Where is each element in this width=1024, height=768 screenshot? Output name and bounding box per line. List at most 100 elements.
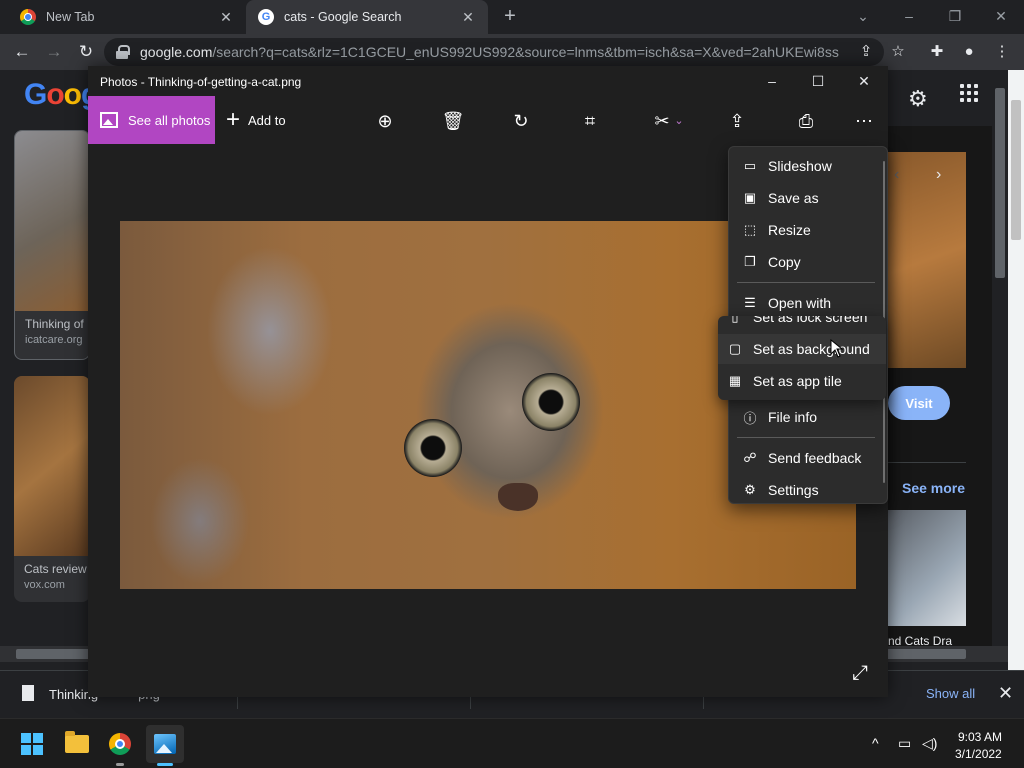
result-source: icatcare.org	[25, 334, 83, 346]
new-tab-button[interactable]: +	[498, 5, 522, 29]
folder-icon	[65, 731, 89, 753]
tab-search-chevron-icon[interactable]: ⌄	[851, 6, 875, 26]
see-all-photos-button[interactable]: See all photos	[88, 96, 215, 144]
clock-time[interactable]: 9:03 AM	[958, 730, 1002, 744]
preview-image[interactable]	[888, 152, 966, 368]
crop-icon[interactable]: ⌗	[577, 108, 603, 134]
google-icon: G	[258, 9, 274, 25]
menu-item-slideshow[interactable]: ▭ Slideshow	[729, 151, 883, 181]
menu-item-label: File info	[768, 409, 818, 425]
zoom-in-icon[interactable]: ⊕	[372, 108, 398, 134]
profile-icon[interactable]: ●	[959, 42, 979, 62]
slideshow-icon: ▭	[743, 158, 757, 173]
close-window-icon[interactable]: ✕	[989, 6, 1013, 26]
scrollbar-thumb[interactable]	[995, 88, 1005, 278]
add-to-button[interactable]: + Add to	[226, 96, 286, 144]
info-icon: ⓘ	[743, 410, 757, 426]
minimize-icon[interactable]: –	[758, 70, 786, 92]
show-all-button[interactable]: Show all	[926, 686, 975, 701]
page-scrollbar[interactable]	[1008, 70, 1024, 670]
delete-icon[interactable]: 🗑	[440, 108, 466, 134]
visit-button[interactable]: Visit	[888, 386, 950, 420]
menu-item-set-as-background[interactable]: ▢ Set as background	[718, 334, 886, 364]
url-text: google.com/search?q=cats&rlz=1C1GCEU_enU…	[140, 44, 840, 60]
file-explorer-button[interactable]	[58, 725, 96, 763]
result-source: vox.com	[24, 579, 65, 591]
menu-item-save-as[interactable]: ▣ Save as	[729, 183, 883, 213]
chevron-down-icon[interactable]: ⌄	[672, 108, 686, 134]
vertical-scrollbar[interactable]	[992, 70, 1008, 646]
close-window-icon[interactable]: ✕	[850, 70, 878, 92]
menu-kebab-icon[interactable]: ⋮	[992, 42, 1012, 62]
copy-icon: ❐	[744, 254, 756, 269]
close-icon[interactable]: ✕	[460, 9, 476, 26]
running-indicator	[116, 763, 124, 766]
minimize-icon[interactable]: –	[897, 6, 921, 26]
chevron-left-icon[interactable]: ‹	[894, 166, 899, 184]
start-button[interactable]	[13, 725, 51, 763]
forward-arrow-icon[interactable]: →	[42, 40, 66, 64]
background-icon: ▢	[728, 341, 742, 356]
menu-item-set-as-lock-screen[interactable]: ▯ Set as lock screen	[718, 316, 886, 332]
windows-logo-icon	[21, 733, 43, 755]
share-icon[interactable]: ⇪	[856, 42, 876, 62]
menu-item-file-info[interactable]: ⓘ File info	[729, 402, 883, 432]
fullscreen-icon[interactable]: ⤢	[852, 662, 868, 685]
open-with-icon: ☰	[744, 295, 756, 310]
image-preview-panel: ‹ › Visit See more nd Cats Dra	[888, 126, 992, 648]
app-tile-icon: ▦	[728, 373, 742, 388]
photos-toolbar: See all photos + Add to ⊕ 🗑 ↻ ⌗ ✂ ⌄ ⇪ ⎙ …	[88, 96, 888, 144]
clock-date[interactable]: 3/1/2022	[955, 747, 1002, 761]
volume-icon[interactable]: ◁)	[922, 735, 937, 752]
menu-item-label: Set as background	[753, 341, 870, 357]
apps-grid-icon[interactable]	[960, 84, 980, 104]
photos-button[interactable]	[146, 725, 184, 763]
close-icon[interactable]: ✕	[218, 9, 234, 26]
chevron-right-icon[interactable]: ›	[936, 166, 941, 184]
chevron-up-icon[interactable]: ^	[872, 735, 879, 751]
see-more-link[interactable]: See more	[902, 480, 965, 496]
maximize-icon[interactable]: ☐	[804, 70, 832, 92]
print-icon[interactable]: ⎙	[793, 108, 819, 134]
image-result[interactable]: Thinking of icatcare.org	[14, 130, 90, 360]
share-icon[interactable]: ⇪	[724, 108, 750, 134]
reload-icon[interactable]: ↻	[74, 40, 98, 64]
menu-separator	[737, 282, 875, 283]
extensions-icon[interactable]: ✚	[927, 42, 947, 62]
scrollbar-thumb[interactable]	[1011, 100, 1021, 240]
photo-detail	[522, 373, 580, 431]
menu-item-open-with[interactable]: ☰ Open with	[729, 288, 883, 318]
address-bar[interactable]: google.com/search?q=cats&rlz=1C1GCEU_enU…	[104, 38, 884, 66]
bookmark-star-icon[interactable]: ☆	[888, 42, 908, 62]
menu-item-copy[interactable]: ❐ Copy	[729, 247, 883, 277]
close-icon[interactable]: ✕	[998, 683, 1013, 704]
menu-item-label: Settings	[768, 482, 819, 498]
related-image[interactable]	[888, 510, 966, 626]
mouse-cursor-icon	[830, 339, 844, 358]
active-indicator	[157, 763, 173, 766]
divider	[888, 462, 966, 463]
browser-toolbar: ← → ↻ google.com/search?q=cats&rlz=1C1GC…	[0, 34, 1024, 70]
back-arrow-icon[interactable]: ←	[10, 40, 34, 64]
restore-icon[interactable]: ❐	[943, 6, 967, 26]
rotate-icon[interactable]: ↻	[508, 108, 534, 134]
tab-cats-google-search[interactable]: G cats - Google Search ✕	[246, 0, 488, 34]
chrome-button[interactable]	[101, 725, 139, 763]
menu-item-send-feedback[interactable]: ☍ Send feedback	[729, 443, 883, 473]
more-icon[interactable]: ⋯	[851, 108, 877, 134]
tab-new-tab[interactable]: New Tab ✕	[8, 0, 246, 34]
menu-item-resize[interactable]: ⬚ Resize	[729, 215, 883, 245]
menu-item-label: Set as app tile	[753, 373, 842, 389]
menu-item-set-as-app-tile[interactable]: ▦ Set as app tile	[718, 366, 886, 396]
result-caption: Cats review	[24, 562, 87, 576]
menu-item-label: Slideshow	[768, 158, 832, 174]
gear-icon[interactable]: ⚙	[908, 86, 928, 112]
network-icon[interactable]: ▭	[898, 735, 911, 752]
menu-item-label: Save as	[768, 190, 819, 206]
lock-icon	[116, 45, 130, 59]
feedback-icon: ☍	[743, 450, 757, 465]
chrome-icon	[109, 733, 131, 755]
menu-item-label: Open with	[768, 295, 832, 311]
image-result[interactable]: Cats review vox.com	[14, 376, 90, 602]
menu-item-settings[interactable]: ⚙ Settings	[729, 475, 883, 505]
